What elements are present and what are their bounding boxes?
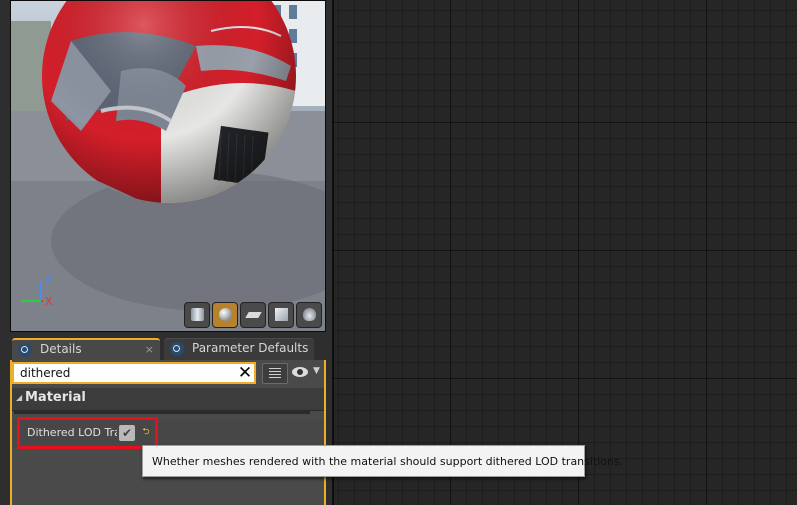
annotation-highlight-box — [17, 417, 158, 449]
chevron-down-icon: ▼ — [313, 366, 320, 376]
tab-details[interactable]: Details × — [12, 338, 160, 360]
search-icon — [170, 342, 184, 356]
close-tab-icon[interactable]: × — [145, 343, 154, 356]
plane-icon — [245, 312, 262, 318]
category-material[interactable]: ◢ Material — [12, 388, 324, 411]
property-matrix-button[interactable] — [262, 363, 288, 384]
clear-search-icon[interactable]: ✕ — [236, 363, 254, 383]
preview-cube-button[interactable] — [268, 302, 294, 328]
preview-viewport[interactable]: Z X — [10, 0, 326, 332]
preview-plane-button[interactable] — [240, 302, 266, 328]
property-tooltip: Whether meshes rendered with the materia… — [142, 445, 623, 477]
cube-icon — [275, 308, 288, 321]
preview-teapot-button[interactable] — [296, 302, 322, 328]
tab-parameter-defaults[interactable]: Parameter Defaults — [164, 338, 314, 360]
axis-x-label: X — [45, 295, 53, 308]
search-icon — [18, 343, 32, 357]
details-search-input[interactable]: dithered — [12, 362, 256, 384]
list-icon — [269, 368, 281, 379]
collapse-arrow-icon[interactable]: ◢ — [16, 393, 22, 402]
eye-icon — [292, 367, 308, 377]
view-options-button[interactable]: ▼ — [292, 365, 322, 383]
preview-cylinder-button[interactable] — [184, 302, 210, 328]
teapot-icon — [303, 308, 316, 321]
tab-parameter-defaults-label: Parameter Defaults — [192, 341, 309, 355]
preview-sphere-button[interactable] — [212, 302, 238, 328]
category-divider — [14, 411, 310, 414]
axis-z-label: Z — [45, 271, 53, 284]
category-label: Material — [25, 390, 86, 405]
tab-details-label: Details — [40, 342, 82, 356]
cylinder-icon — [191, 308, 204, 321]
material-graph-canvas[interactable] — [333, 0, 797, 505]
sphere-icon — [219, 308, 232, 321]
preview-scene — [11, 1, 325, 331]
panel-splitter[interactable] — [332, 0, 334, 505]
